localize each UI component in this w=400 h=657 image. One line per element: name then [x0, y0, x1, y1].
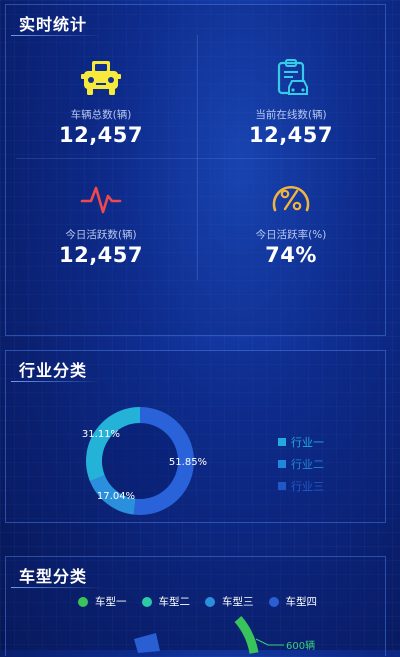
stat-label: 当前在线数(辆) — [255, 109, 327, 121]
legend-label: 行业二 — [291, 458, 324, 471]
industry-legend: 行业一 行业二 行业三 — [278, 431, 324, 497]
donut-slice-label: 31.11% — [82, 429, 120, 440]
legend-label: 行业三 — [291, 480, 324, 493]
legend-label: 行业一 — [291, 436, 324, 449]
legend-swatch — [278, 438, 286, 446]
stat-card-active-today: 今日活跃数(辆) 12,457 — [6, 177, 196, 267]
car-chart-arc-segment — [134, 633, 160, 653]
car-type-panel: 车型分类 车型一 车型二 车型三 车型四 600辆 — [5, 556, 386, 656]
legend-swatch — [278, 460, 286, 468]
stat-value: 12,457 — [58, 243, 144, 267]
legend-item-industry-3[interactable]: 行业三 — [278, 475, 324, 497]
industry-panel: 行业分类 51.85% 17.04% 31.11% 行业一 行业二 行业三 — [5, 350, 386, 523]
stat-label: 车辆总数(辆) — [70, 109, 132, 121]
stat-value: 12,457 — [248, 123, 334, 147]
clipboard-car-icon — [277, 59, 308, 95]
realtime-stats-panel: 实时统计 车辆总数(辆) 12,457 当前在线数(辆) 12,457 今日活跃… — [5, 4, 386, 336]
stat-label: 今日活跃数(辆) — [65, 229, 137, 241]
industry-donut-chart: 51.85% 17.04% 31.11% — [82, 407, 207, 515]
title-underline — [11, 35, 101, 36]
stat-value: 74% — [265, 243, 317, 267]
annotation-leader-line — [255, 638, 284, 646]
car-chart-arc-green — [234, 616, 259, 654]
panel-title: 实时统计 — [19, 15, 88, 34]
car-icon — [81, 61, 121, 95]
stat-card-online-vehicles: 当前在线数(辆) 12,457 — [196, 57, 386, 147]
percent-icon — [272, 186, 310, 212]
pulse-icon — [80, 186, 122, 214]
legend-item-industry-2[interactable]: 行业二 — [278, 453, 324, 475]
donut-slice-label: 51.85% — [169, 457, 207, 468]
legend-item-industry-1[interactable]: 行业一 — [278, 431, 324, 453]
stat-value: 12,457 — [58, 123, 144, 147]
donut-slice-label: 17.04% — [97, 491, 135, 502]
chart-annotation: 600辆 — [286, 639, 315, 652]
divider-horizontal — [16, 158, 376, 159]
stat-card-active-rate: 今日活跃率(%) 74% — [196, 177, 386, 267]
stat-label: 今日活跃率(%) — [255, 229, 327, 241]
stat-card-total-vehicles: 车辆总数(辆) 12,457 — [6, 57, 196, 147]
car-type-chart-partial: 600辆 — [134, 616, 315, 654]
legend-swatch — [278, 482, 286, 490]
